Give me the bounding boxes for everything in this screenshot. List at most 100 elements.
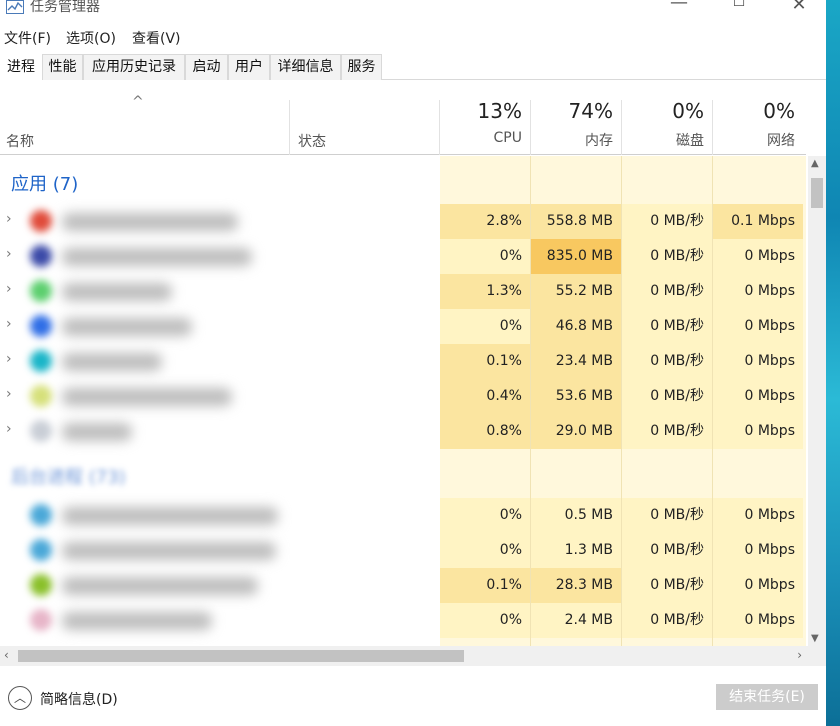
disk-cell: 0 MB/秒 [622, 309, 712, 344]
cpu-cell: 0.1% [440, 568, 530, 603]
process-row[interactable]: › 0.1% 23.4 MB 0 MB/秒 0 Mbps [0, 344, 806, 379]
tab-performance[interactable]: 性能 [42, 54, 83, 80]
process-row[interactable]: › 2.8% 558.8 MB 0 MB/秒 0.1 Mbps [0, 204, 806, 239]
network-cell: 0 Mbps [713, 239, 803, 274]
tab-processes[interactable]: 进程 [0, 54, 42, 81]
menu-options[interactable]: 选项(O) [66, 28, 116, 48]
horizontal-scrollbar[interactable]: ‹ › [0, 646, 806, 666]
minimize-button[interactable]: — [656, 0, 702, 13]
expand-chevron-icon[interactable]: › [6, 246, 12, 262]
memory-cell: 29.0 MB [531, 414, 621, 449]
process-name-redacted [62, 507, 278, 525]
process-row[interactable]: › 0% 46.8 MB 0 MB/秒 0 Mbps [0, 309, 806, 344]
process-row[interactable]: 0% 0.5 MB 0 MB/秒 0 Mbps [0, 498, 806, 533]
menu-view[interactable]: 查看(V) [132, 28, 181, 48]
cpu-cell: 0.8% [440, 414, 530, 449]
vertical-scroll-thumb[interactable] [811, 178, 823, 208]
footer: ︿ 简略信息(D) 结束任务(E) [0, 666, 826, 726]
menu-file[interactable]: 文件(F) [4, 28, 51, 48]
process-row[interactable]: 0% 2.4 MB 0 MB/秒 0 Mbps [0, 603, 806, 638]
tab-services[interactable]: 服务 [341, 54, 382, 80]
column-name[interactable]: 名称 [6, 131, 34, 151]
tab-users[interactable]: 用户 [228, 54, 270, 80]
column-status[interactable]: 状态 [298, 131, 326, 151]
close-button[interactable]: ✕ [776, 0, 822, 15]
group-apps-title: 应用 (7) [11, 174, 79, 195]
expand-chevron-icon[interactable]: › [6, 386, 12, 402]
app-icon [30, 385, 52, 407]
chevron-up-icon[interactable]: ︿ [8, 686, 32, 710]
app-icon [30, 315, 52, 337]
column-cpu[interactable]: 13% CPU [440, 99, 530, 146]
column-separator[interactable] [289, 100, 290, 155]
network-cell: 0 Mbps [713, 274, 803, 309]
app-icon [30, 504, 52, 526]
menu-bar: 文件(F) 选项(O) 查看(V) [0, 26, 826, 50]
cpu-label: CPU [493, 130, 522, 146]
process-row[interactable]: 0.1% 28.3 MB 0 MB/秒 0 Mbps [0, 568, 806, 603]
app-icon [30, 539, 52, 561]
disk-cell: 0 MB/秒 [622, 344, 712, 379]
scroll-left-icon[interactable]: ‹ [4, 648, 9, 662]
scroll-right-icon[interactable]: › [797, 648, 802, 662]
tab-startup[interactable]: 启动 [185, 54, 228, 80]
expand-chevron-icon[interactable]: › [6, 351, 12, 367]
memory-cell: 55.2 MB [531, 274, 621, 309]
app-icon [30, 245, 52, 267]
memory-cell: 0.5 MB [531, 498, 621, 533]
process-row[interactable]: › 0% 835.0 MB 0 MB/秒 0 Mbps [0, 239, 806, 274]
window-title: 任务管理器 [30, 0, 100, 15]
process-row[interactable]: › 1.3% 55.2 MB 0 MB/秒 0 Mbps [0, 274, 806, 309]
scrollbar-corner [806, 646, 826, 666]
process-row[interactable]: 0% 1.3 MB 0 MB/秒 0 Mbps [0, 533, 806, 568]
disk-total: 0% [672, 99, 704, 123]
cpu-total: 13% [477, 99, 522, 123]
column-network[interactable]: 0% 网络 [713, 99, 803, 150]
tab-app-history[interactable]: 应用历史记录 [83, 54, 185, 80]
tab-details[interactable]: 详细信息 [270, 54, 341, 80]
memory-cell: 2.4 MB [531, 603, 621, 638]
cpu-cell: 0.1% [440, 344, 530, 379]
memory-total: 74% [568, 99, 613, 123]
network-cell: 0 Mbps [713, 533, 803, 568]
cpu-cell: 2.8% [440, 204, 530, 239]
cpu-cell: 0% [440, 309, 530, 344]
process-name-redacted [62, 388, 232, 406]
cpu-cell: 0% [440, 239, 530, 274]
expand-chevron-icon[interactable]: › [6, 281, 12, 297]
network-cell: 0 Mbps [713, 379, 803, 414]
maximize-button[interactable]: ☐ [716, 0, 762, 12]
process-name-redacted [62, 542, 276, 560]
expand-chevron-icon[interactable]: › [6, 421, 12, 437]
horizontal-scroll-thumb[interactable] [18, 650, 464, 662]
process-name-redacted [62, 213, 238, 231]
process-name-redacted [62, 318, 192, 336]
cpu-cell: 1.3% [440, 274, 530, 309]
column-memory[interactable]: 74% 内存 [531, 99, 621, 150]
memory-cell: 46.8 MB [531, 309, 621, 344]
disk-cell: 0 MB/秒 [622, 533, 712, 568]
vertical-scrollbar[interactable]: ▲ ▼ [808, 156, 826, 646]
disk-cell: 0 MB/秒 [622, 379, 712, 414]
fewer-details-link[interactable]: 简略信息(D) [40, 689, 118, 709]
expand-chevron-icon[interactable]: › [6, 316, 12, 332]
app-icon [30, 350, 52, 372]
cpu-cell: 0.4% [440, 379, 530, 414]
column-disk[interactable]: 0% 磁盘 [622, 99, 712, 150]
scroll-down-icon[interactable]: ▼ [811, 633, 819, 644]
process-name-redacted [62, 283, 172, 301]
expand-chevron-icon[interactable]: › [6, 211, 12, 227]
app-icon [30, 420, 52, 442]
memory-cell: 835.0 MB [531, 239, 621, 274]
scroll-up-icon[interactable]: ▲ [811, 158, 819, 169]
end-task-button[interactable]: 结束任务(E) [716, 684, 818, 710]
process-list[interactable]: 应用 (7) 后台进程 (73) › 2.8% 558.8 MB 0 MB/秒 0.1 … [0, 156, 806, 646]
memory-cell: 28.3 MB [531, 568, 621, 603]
memory-cell: 558.8 MB [531, 204, 621, 239]
network-cell: 0 Mbps [713, 603, 803, 638]
process-name-redacted [62, 577, 258, 595]
app-icon [30, 574, 52, 596]
network-cell: 0 Mbps [713, 568, 803, 603]
process-row[interactable]: › 0.8% 29.0 MB 0 MB/秒 0 Mbps [0, 414, 806, 449]
process-row[interactable]: › 0.4% 53.6 MB 0 MB/秒 0 Mbps [0, 379, 806, 414]
